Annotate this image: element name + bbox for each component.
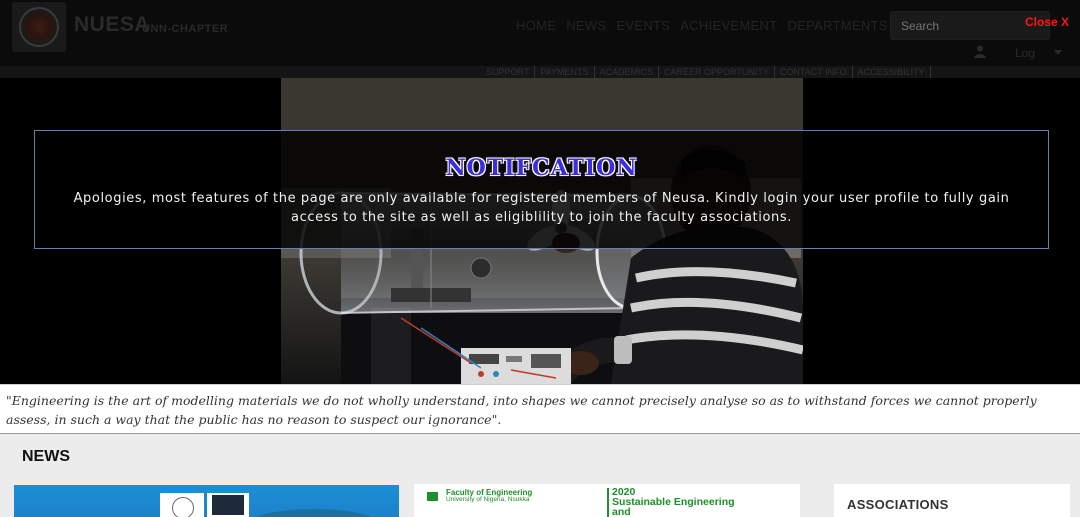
subnav-career[interactable]: CAREER OPPORTUNITY <box>664 66 775 78</box>
logo-emblem-icon <box>19 7 59 47</box>
secondary-nav: SUPPORT PAYMENTS ACADEMICS CAREER OPPORT… <box>486 66 931 78</box>
main-content: NEWS Faculty of Engineering University o… <box>0 434 1080 517</box>
notification-modal: NOTIFCATION Apologies, most features of … <box>34 130 1049 249</box>
engineering-quote-bar: "Engineering is the art of modelling mat… <box>0 384 1080 434</box>
faculty-logo-icon <box>427 492 438 501</box>
subnav-accessibility[interactable]: ACCESSIBILITY <box>858 66 931 78</box>
chevron-down-icon[interactable] <box>1054 50 1062 55</box>
subnav-academics[interactable]: ACADEMICS <box>600 66 660 78</box>
notification-title: NOTIFCATION <box>445 155 638 181</box>
news-card-divider <box>607 488 609 517</box>
brand-name[interactable]: NUESA <box>74 13 150 37</box>
engineering-quote: "Engineering is the art of modelling mat… <box>6 393 1037 427</box>
brand-subtitle: UNN-CHAPTER <box>142 23 229 35</box>
subnav-contact[interactable]: CONTACT INFO <box>780 66 853 78</box>
close-notification-button[interactable]: Close X <box>1025 15 1069 29</box>
nav-departments-dropdown[interactable]: DEPARTMENTS ▾ <box>787 18 898 34</box>
user-icon[interactable] <box>973 44 987 58</box>
news-card-title: 2020 Sustainable Engineering and Industr… <box>612 486 735 517</box>
login-link[interactable]: Log <box>1015 46 1035 60</box>
news-card[interactable]: Faculty of Engineering University of Nig… <box>414 484 800 517</box>
associations-panel: ASSOCIATIONS <box>834 484 1070 517</box>
crest-icon <box>212 495 244 515</box>
news-card-university: University of Nigeria, Nsukka <box>446 496 530 503</box>
nav-achievement[interactable]: ACHIEVEMENT <box>680 18 777 34</box>
news-section-title: NEWS <box>22 448 70 465</box>
nav-news[interactable]: NEWS <box>566 18 606 34</box>
secondary-nav-strip: SUPPORT PAYMENTS ACADEMICS CAREER OPPORT… <box>0 66 1080 78</box>
main-nav: HOME NEWS EVENTS ACHIEVEMENT DEPARTMENTS… <box>516 18 899 34</box>
university-seal-icon <box>172 497 194 517</box>
notification-message: Apologies, most features of the page are… <box>73 191 1010 225</box>
nuesa-logo[interactable] <box>12 2 66 52</box>
news-card[interactable] <box>14 485 399 517</box>
nav-home[interactable]: HOME <box>516 18 556 34</box>
hero-banner: NOTIFCATION Apologies, most features of … <box>0 78 1080 384</box>
associations-title: ASSOCIATIONS <box>847 497 949 512</box>
nav-events[interactable]: EVENTS <box>616 18 670 34</box>
news-card-image-landscape <box>249 509 379 517</box>
top-navbar: NUESA UNN-CHAPTER HOME NEWS EVENTS ACHIE… <box>0 0 1080 66</box>
subnav-payments[interactable]: PAYMENTS <box>540 66 595 78</box>
subnav-support[interactable]: SUPPORT <box>486 66 536 78</box>
